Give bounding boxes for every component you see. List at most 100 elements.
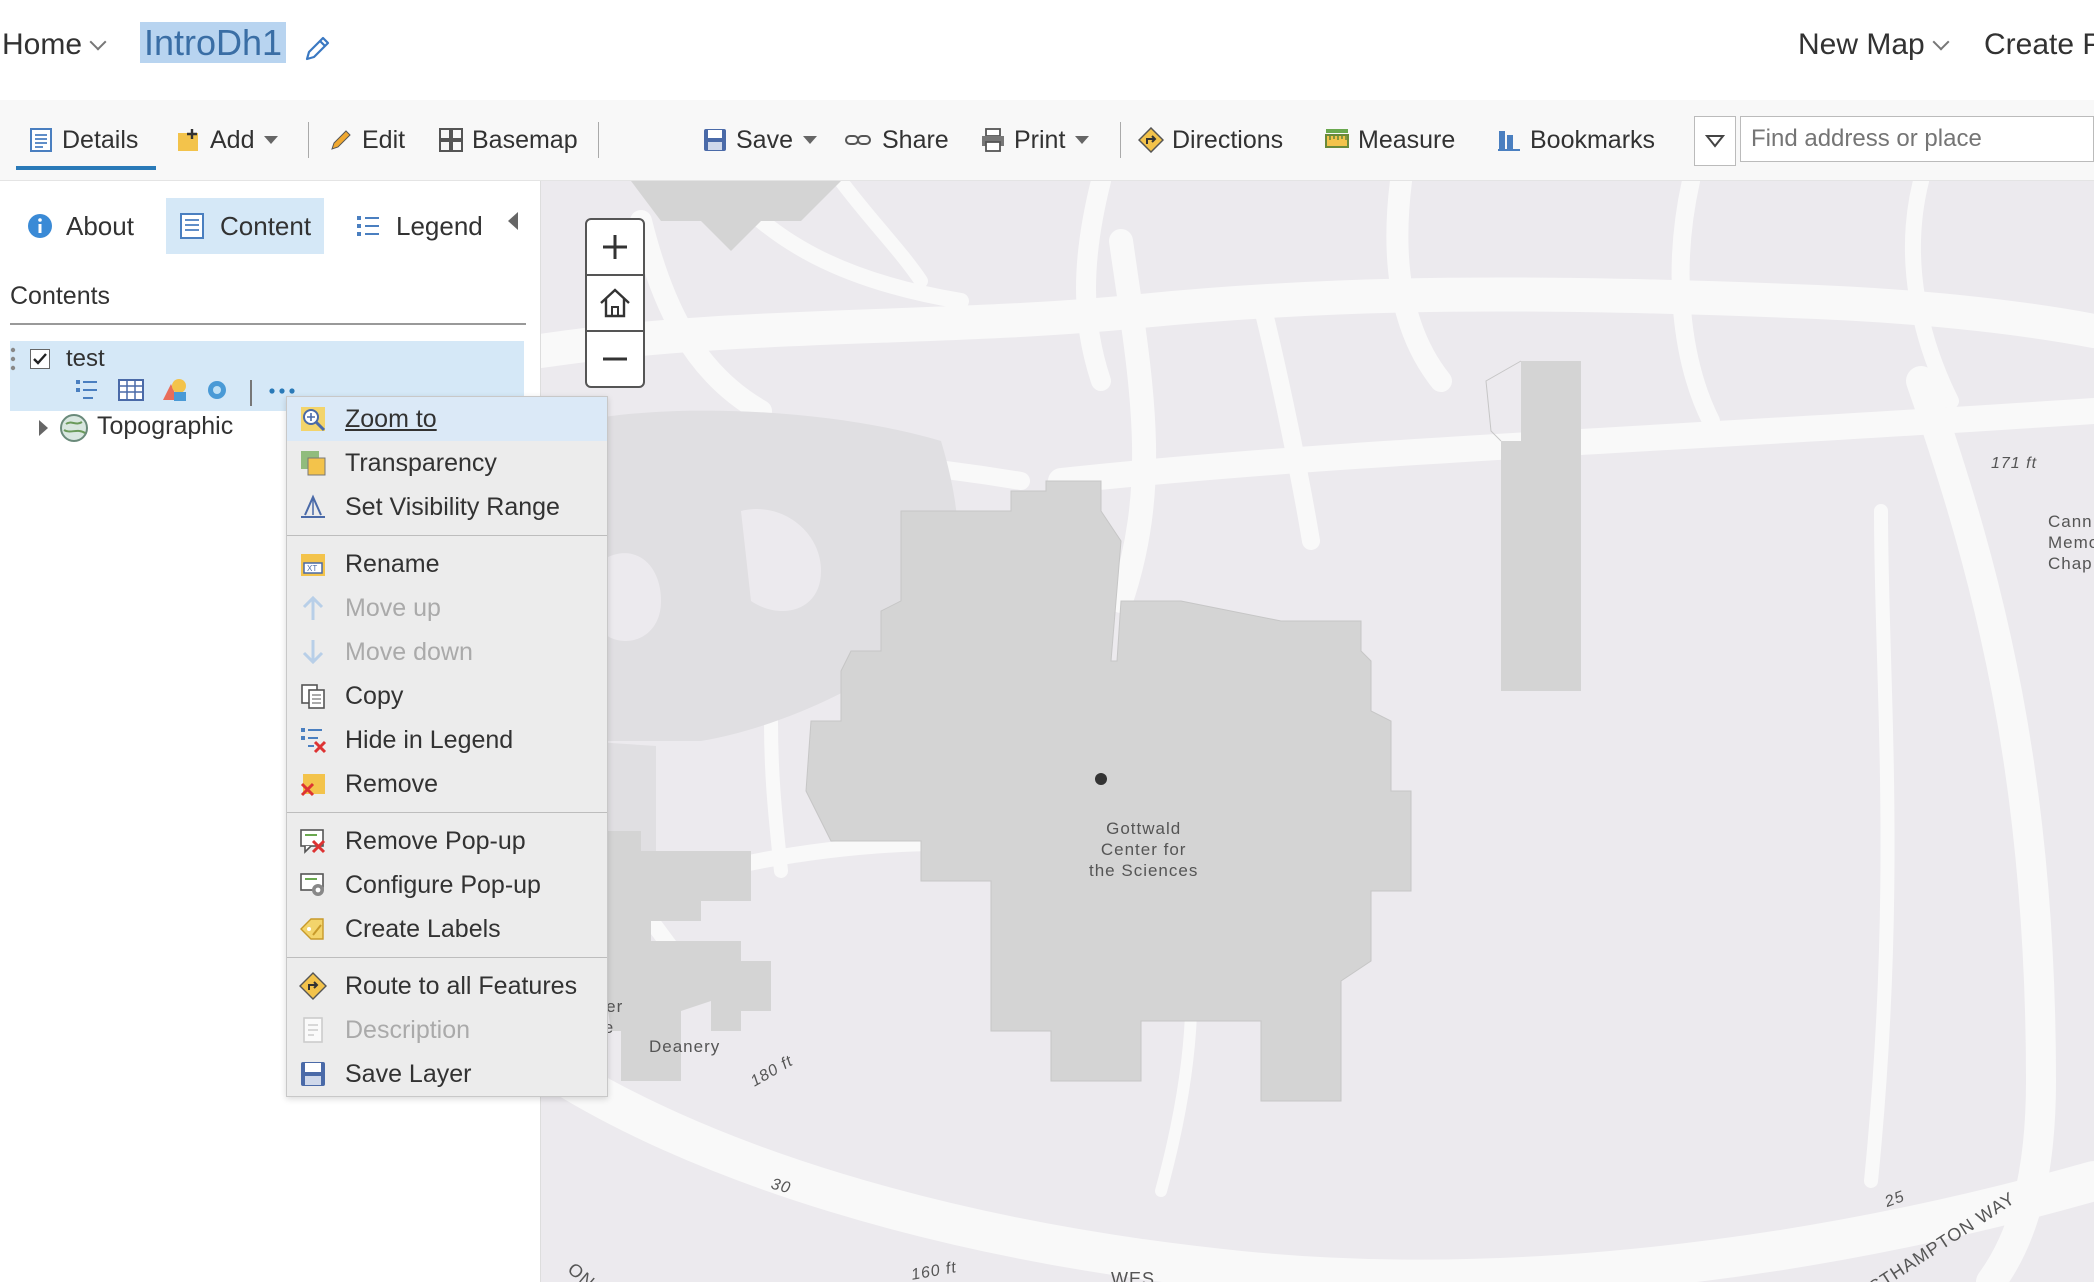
new-map-menu[interactable]: New Map — [1798, 28, 1950, 62]
menu-label: Move down — [345, 637, 473, 666]
add-button[interactable]: Add — [176, 100, 279, 180]
layer-visibility-checkbox[interactable] — [30, 349, 50, 369]
edit-button[interactable]: Edit — [328, 100, 405, 180]
menu-item-create-labels[interactable]: Create Labels — [287, 907, 607, 951]
share-label: Share — [882, 125, 949, 154]
top-bar: Home IntroDh1 New Map Create P — [0, 0, 2094, 100]
menu-item-rename[interactable]: XT Rename — [287, 542, 607, 586]
layer-context-menu: Zoom to Transparency Set Visibility Rang… — [286, 396, 608, 1097]
collapse-panel-icon[interactable] — [506, 210, 520, 232]
menu-item-copy[interactable]: Copy — [287, 674, 607, 718]
menu-item-move-down[interactable]: Move down — [287, 630, 607, 674]
menu-item-remove[interactable]: Remove — [287, 762, 607, 806]
visibility-range-icon — [301, 494, 325, 518]
zoom-in-button[interactable] — [587, 220, 643, 276]
create-labels-icon — [300, 918, 324, 940]
directions-label: Directions — [1172, 125, 1284, 154]
menu-item-configure-popup[interactable]: Configure Pop-up — [287, 863, 607, 907]
home-icon — [600, 288, 630, 318]
toolbar-divider — [308, 122, 309, 158]
content-list-icon — [180, 213, 204, 239]
bookmarks-button[interactable]: Bookmarks — [1496, 100, 1655, 180]
chevron-down-icon — [1705, 135, 1725, 148]
basemap-grid-icon — [439, 128, 463, 152]
menu-item-transparency[interactable]: Transparency — [287, 441, 607, 485]
menu-label: Transparency — [345, 448, 497, 477]
hide-legend-icon — [301, 728, 327, 754]
layer-name[interactable]: test — [66, 345, 105, 373]
search-source-dropdown[interactable] — [1694, 116, 1736, 166]
save-disk-icon — [704, 129, 726, 151]
toolbar-divider — [1120, 122, 1121, 158]
menu-item-save-layer[interactable]: Save Layer — [287, 1052, 607, 1096]
configure-popup-icon — [300, 873, 324, 896]
move-down-icon — [302, 640, 324, 665]
menu-label: Create Labels — [345, 914, 501, 943]
menu-item-zoom-to[interactable]: Zoom to — [287, 397, 607, 441]
route-icon — [299, 972, 327, 1000]
print-label: Print — [1014, 125, 1066, 154]
tab-content[interactable]: Content — [166, 198, 324, 254]
perform-analysis-icon[interactable] — [204, 378, 230, 402]
save-layer-icon — [301, 1062, 325, 1086]
zoom-control — [585, 218, 645, 388]
tab-legend[interactable]: Legend — [342, 198, 495, 254]
checkmark-icon — [33, 353, 47, 365]
home-extent-button[interactable] — [587, 276, 643, 332]
measure-label: Measure — [1358, 125, 1456, 154]
zoom-out-button[interactable] — [587, 332, 643, 386]
menu-label: Description — [345, 1015, 471, 1044]
map-view[interactable]: Gottwald Center for the Sciences Deanery… — [541, 181, 2094, 1282]
save-button[interactable]: Save — [702, 100, 817, 180]
globe-basemap-icon — [60, 414, 88, 442]
edit-label: Edit — [362, 125, 406, 154]
active-tab-indicator — [16, 166, 156, 170]
attribute-table-icon[interactable] — [117, 378, 145, 402]
drag-handle-icon[interactable] — [10, 346, 16, 376]
menu-label: Remove — [345, 769, 439, 798]
legend-list-icon — [357, 216, 379, 236]
remove-popup-icon — [300, 829, 326, 854]
menu-label: Route to all Features — [345, 971, 578, 1000]
minus-icon — [603, 357, 627, 361]
more-options-icon[interactable] — [268, 386, 296, 396]
search-input[interactable] — [1740, 116, 2094, 162]
share-button[interactable]: Share — [844, 100, 949, 180]
add-label: Add — [210, 125, 255, 154]
menu-item-description[interactable]: Description — [287, 1008, 607, 1052]
chevron-down-icon — [89, 33, 107, 51]
label-gottwald: Gottwald Center for the Sciences — [1089, 819, 1199, 880]
remove-icon — [300, 774, 325, 797]
tab-content-label: Content — [220, 210, 312, 241]
basemap-button[interactable]: Basemap — [438, 100, 578, 180]
show-legend-icon[interactable] — [74, 378, 100, 402]
details-label: Details — [62, 125, 139, 154]
map-title-text[interactable]: IntroDh1 — [140, 22, 287, 63]
expand-arrow-icon[interactable] — [36, 418, 50, 438]
measure-ruler-icon — [1325, 129, 1349, 148]
menu-item-hide-in-legend[interactable]: Hide in Legend — [287, 718, 607, 762]
toolbar-divider — [598, 122, 599, 158]
tab-about[interactable]: About — [14, 198, 146, 254]
menu-item-set-visibility-range[interactable]: Set Visibility Range — [287, 485, 607, 529]
menu-label: Remove Pop-up — [345, 826, 526, 855]
details-icon — [30, 128, 52, 152]
pencil-edit-icon[interactable] — [302, 34, 332, 64]
menu-item-route-to-all-features[interactable]: Route to all Features — [287, 964, 607, 1008]
menu-label: Zoom to — [345, 404, 437, 433]
menu-separator — [287, 535, 607, 536]
label-elevation-171: 171 ft — [1991, 455, 2038, 472]
change-style-icon[interactable] — [160, 376, 188, 404]
info-icon — [28, 214, 52, 238]
menu-item-move-up[interactable]: Move up — [287, 586, 607, 630]
map-title[interactable]: IntroDh1 — [140, 22, 287, 64]
create-presentation-link[interactable]: Create P — [1984, 28, 2094, 62]
home-menu[interactable]: Home — [2, 28, 107, 62]
basemap-canvas[interactable] — [541, 181, 2094, 1282]
menu-item-remove-popup[interactable]: Remove Pop-up — [287, 819, 607, 863]
print-button[interactable]: Print — [980, 100, 1090, 180]
measure-button[interactable]: Measure — [1324, 100, 1455, 180]
basemap-layer-name[interactable]: Topographic — [97, 412, 233, 441]
directions-button[interactable]: Directions — [1138, 100, 1283, 180]
menu-label: Copy — [345, 681, 404, 710]
